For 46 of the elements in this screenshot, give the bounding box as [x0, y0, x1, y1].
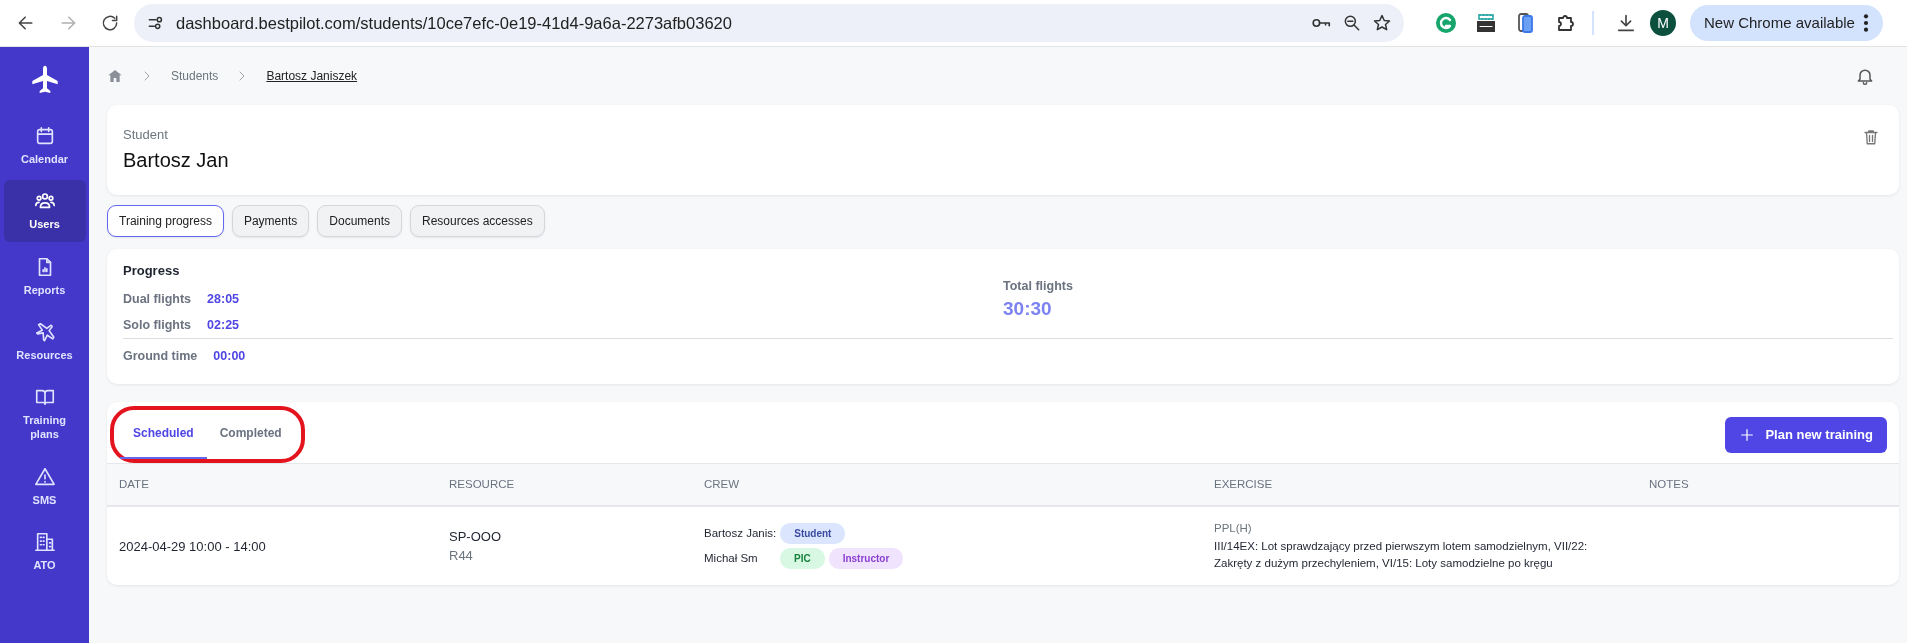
column-header: RESOURCE [437, 463, 692, 507]
sidebar-item[interactable]: SMS [3, 455, 86, 518]
url-text: dashboard.bestpilot.com/students/10ce7efc-0e19-41d4-9a6a-2273afb03620 [176, 12, 732, 34]
tab[interactable]: Payments [231, 204, 310, 237]
student-name: Bartosz Jan [123, 147, 229, 173]
total-flights-label: Total flights [1003, 277, 1073, 295]
role-tag: Student [780, 523, 846, 545]
crew-name: Michał Sm [704, 551, 759, 567]
tab[interactable]: Documents [317, 204, 402, 237]
address-bar[interactable]: dashboard.bestpilot.com/students/10ce7efc-0e19-41d4-9a6a-2273afb03620 [134, 4, 1404, 42]
sidebar-item[interactable]: ATO [3, 521, 86, 583]
exercise-program: PPL(H) [1214, 521, 1253, 537]
tab[interactable]: Scheduled [120, 410, 207, 459]
exercise-text: III/14EX: Lot sprawdzający przed pierwszym lotem samodzielnym, VII/22: Zakręty z dużym przechyleniem, VI/15: Loty samodzielne po kręgu [1214, 538, 1589, 571]
tab[interactable]: Resources accesses [410, 204, 545, 237]
total-flights-value: 30:30 [1003, 297, 1053, 322]
progress-label: Dual flights [123, 290, 192, 308]
table-cell: 2024-04-29 10:00 - 14:00 [107, 506, 437, 586]
column-header: EXERCISE [1202, 463, 1637, 507]
progress-value: 02:25 [207, 316, 240, 334]
column-header: NOTES [1637, 463, 1899, 507]
sidebar-item[interactable]: Training plans [3, 376, 86, 452]
update-chrome-button[interactable]: New Chrome available [1690, 5, 1883, 41]
progress-value: 28:05 [207, 290, 240, 308]
column-header: CREW [692, 463, 1202, 507]
role-tag: PIC [780, 548, 825, 570]
tab[interactable]: Completed [206, 410, 295, 459]
breadcrumb-link[interactable]: Bartosz Janiszek [266, 67, 358, 85]
plan-training-button[interactable]: Plan new training [1725, 416, 1887, 453]
profile-avatar[interactable]: M [1650, 10, 1676, 36]
resource-type: R44 [449, 547, 474, 566]
sidebar-item[interactable]: Calendar [3, 115, 86, 177]
sidebar-item[interactable]: Reports [3, 245, 86, 307]
student-caption: Student [123, 126, 169, 144]
role-tag: Instructor [828, 548, 904, 570]
progress-title: Progress [123, 261, 181, 280]
column-header: DATE [107, 463, 437, 507]
progress-label: Ground time [123, 348, 198, 366]
tab[interactable]: Training progress [107, 204, 224, 237]
crew-name: Bartosz Janis: [704, 526, 777, 542]
breadcrumb-link[interactable]: Students [171, 67, 219, 85]
resource-name: SP-OOO [449, 527, 502, 546]
sidebar-item[interactable]: Resources [3, 310, 86, 373]
progress-label: Solo flights [123, 316, 192, 334]
progress-value: 00:00 [213, 348, 246, 366]
sidebar-item[interactable]: Users [3, 180, 86, 242]
